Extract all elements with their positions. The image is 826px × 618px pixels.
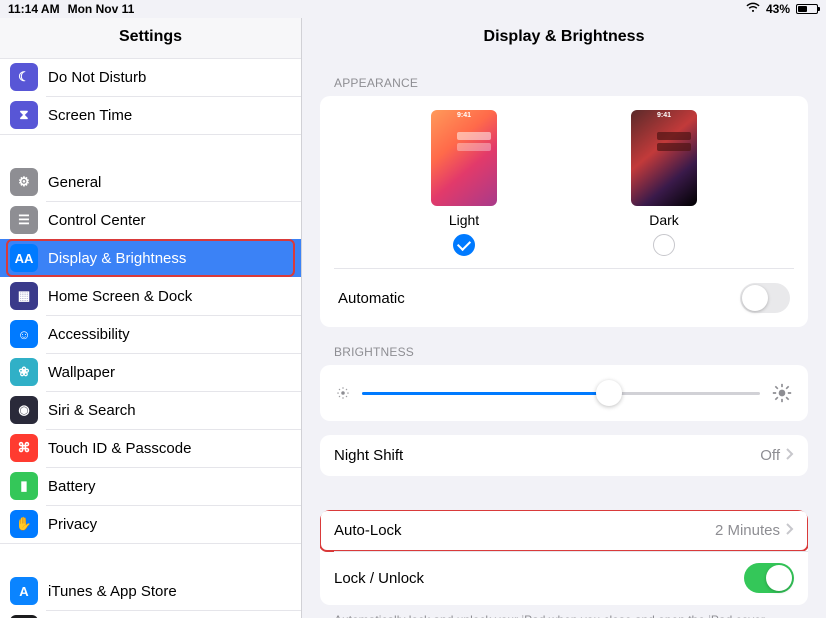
sidebar-icon: ☺ xyxy=(10,320,38,348)
sidebar-item-label: Screen Time xyxy=(48,107,132,124)
lock-unlock-row: Lock / Unlock xyxy=(320,551,808,605)
sidebar-item-label: Do Not Disturb xyxy=(48,69,146,86)
detail-pane: Display & Brightness APPEARANCE 9:41 Lig… xyxy=(302,18,826,618)
auto-lock-row[interactable]: Auto-Lock 2 Minutes xyxy=(320,510,808,551)
battery-percent: 43% xyxy=(766,2,790,16)
sidebar-item-label: Privacy xyxy=(48,516,97,533)
lock-unlock-toggle[interactable] xyxy=(744,563,794,593)
sidebar-item-label: Touch ID & Passcode xyxy=(48,440,191,457)
sidebar-item-privacy[interactable]: ✋ Privacy xyxy=(0,505,301,543)
status-date: Mon Nov 11 xyxy=(68,2,135,16)
brightness-low-icon xyxy=(336,386,350,400)
sidebar-icon: ◉ xyxy=(10,396,38,424)
dark-radio[interactable] xyxy=(653,234,675,256)
brightness-slider[interactable] xyxy=(362,392,760,395)
sidebar-item-label: iTunes & App Store xyxy=(48,583,177,600)
sidebar-item-display-brightness[interactable]: AA Display & Brightness xyxy=(0,239,301,277)
sidebar-item-wallpaper[interactable]: ❀ Wallpaper xyxy=(0,353,301,391)
sidebar-icon: ⧗ xyxy=(10,101,38,129)
automatic-toggle[interactable] xyxy=(740,283,790,313)
chevron-right-icon xyxy=(786,522,794,539)
light-label: Light xyxy=(394,212,534,228)
sidebar-item-label: Home Screen & Dock xyxy=(48,288,192,305)
sidebar-icon: ✋ xyxy=(10,510,38,538)
sidebar-item-accessibility[interactable]: ☺ Accessibility xyxy=(0,315,301,353)
sidebar-icon: ⚙ xyxy=(10,168,38,196)
brightness-header: BRIGHTNESS xyxy=(302,327,826,365)
light-radio[interactable] xyxy=(453,234,475,256)
status-bar: 11:14 AM Mon Nov 11 43% xyxy=(0,0,826,18)
sidebar-item-label: Siri & Search xyxy=(48,402,136,419)
auto-lock-value: 2 Minutes xyxy=(715,522,780,539)
sidebar-icon: ❀ xyxy=(10,358,38,386)
appearance-dark-option[interactable]: 9:41 Dark xyxy=(594,110,734,256)
appearance-header: APPEARANCE xyxy=(302,58,826,96)
sidebar-item-wallet-apple-pay[interactable]: ▭Wallet & Apple Pay xyxy=(0,610,301,618)
sidebar-icon: A xyxy=(10,577,38,605)
sidebar-icon: ⌘ xyxy=(10,434,38,462)
sidebar-icon: ☾ xyxy=(10,63,38,91)
sidebar-item-touch-id-passcode[interactable]: ⌘ Touch ID & Passcode xyxy=(0,429,301,467)
automatic-label: Automatic xyxy=(338,290,405,307)
sidebar-icon: ▮ xyxy=(10,472,38,500)
night-shift-row[interactable]: Night Shift Off xyxy=(320,435,808,476)
sidebar-item-screen-time[interactable]: ⧗ Screen Time xyxy=(0,96,301,134)
brightness-card xyxy=(320,365,808,421)
battery-icon xyxy=(796,4,818,14)
sidebar-item-label: General xyxy=(48,174,101,191)
settings-sidebar: Settings ☾ Do Not Disturb ⧗ Screen Time ⚙ Ge… xyxy=(0,18,302,618)
sidebar-item-do-not-disturb[interactable]: ☾ Do Not Disturb xyxy=(0,58,301,96)
sidebar-item-general[interactable]: ⚙ General xyxy=(0,163,301,201)
sidebar-item-label: Wallpaper xyxy=(48,364,115,381)
sidebar-item-siri-search[interactable]: ◉ Siri & Search xyxy=(0,391,301,429)
night-shift-value: Off xyxy=(760,447,780,464)
detail-title: Display & Brightness xyxy=(302,18,826,58)
sidebar-icon: AA xyxy=(10,244,38,272)
sidebar-item-label: Control Center xyxy=(48,212,146,229)
light-preview: 9:41 xyxy=(431,110,497,206)
sidebar-item-label: Display & Brightness xyxy=(48,250,186,267)
appearance-card: 9:41 Light 9:41 Dark Automatic xyxy=(320,96,808,327)
sidebar-item-home-screen-dock[interactable]: ▦ Home Screen & Dock xyxy=(0,277,301,315)
sidebar-item-itunes-app-store[interactable]: AiTunes & App Store xyxy=(0,572,301,610)
sidebar-icon: ▦ xyxy=(10,282,38,310)
sidebar-item-control-center[interactable]: ☰ Control Center xyxy=(0,201,301,239)
sidebar-item-label: Accessibility xyxy=(48,326,130,343)
lock-unlock-label: Lock / Unlock xyxy=(334,570,424,587)
dark-preview: 9:41 xyxy=(631,110,697,206)
sidebar-title: Settings xyxy=(0,18,301,58)
chevron-right-icon xyxy=(786,447,794,464)
auto-lock-label: Auto-Lock xyxy=(334,522,402,539)
status-time: 11:14 AM xyxy=(8,2,60,16)
wifi-icon xyxy=(746,2,760,17)
night-shift-label: Night Shift xyxy=(334,447,403,464)
sidebar-item-label: Battery xyxy=(48,478,96,495)
appearance-light-option[interactable]: 9:41 Light xyxy=(394,110,534,256)
dark-label: Dark xyxy=(594,212,734,228)
brightness-high-icon xyxy=(772,383,792,403)
sidebar-item-battery[interactable]: ▮ Battery xyxy=(0,467,301,505)
sidebar-icon: ☰ xyxy=(10,206,38,234)
lock-footnote: Automatically lock and unlock your iPad … xyxy=(302,605,826,618)
